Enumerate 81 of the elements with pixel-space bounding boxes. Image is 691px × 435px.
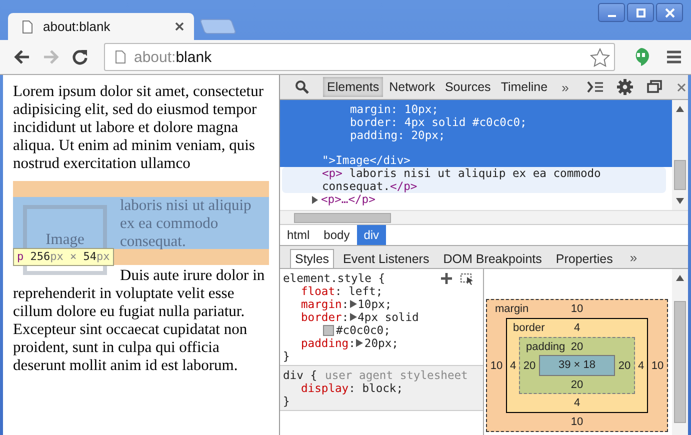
- panel-tab[interactable]: Network: [385, 77, 439, 97]
- more-tabs-button[interactable]: »: [622, 250, 646, 264]
- box-value: 10: [570, 416, 584, 428]
- url-text: about:blank: [134, 48, 213, 66]
- panel-tab[interactable]: Sources: [440, 77, 495, 97]
- css-property[interactable]: border: 4px solid: [283, 311, 480, 324]
- console-drawer-icon[interactable]: [586, 81, 603, 93]
- css-property[interactable]: margin: 10px;: [283, 298, 480, 311]
- size-tooltip: p 256px × 54px: [13, 248, 114, 266]
- address-bar[interactable]: about:blank: [104, 43, 615, 71]
- box-value: 10: [570, 303, 584, 315]
- paragraph: Lorem ipsum dolor sit amet, consectetur adipisicing elit, sed do eiusmod tempor incididunt ut labore et dolore magna aliqua. Ut enim ad minim veniam, quis nostrud exercitation ullamco: [13, 83, 265, 173]
- image-label: Image: [46, 231, 84, 249]
- box-value: 4: [574, 322, 580, 334]
- maximize-icon: [636, 8, 646, 18]
- box-value: 20: [570, 378, 584, 390]
- close-icon: [664, 8, 674, 18]
- dock-icon[interactable]: [646, 80, 663, 94]
- minimize-button[interactable]: [598, 3, 625, 22]
- scroll-up-icon[interactable]: [676, 275, 684, 281]
- page-icon: [22, 20, 33, 34]
- more-tabs-button[interactable]: »: [554, 80, 577, 94]
- sidebar-tab[interactable]: Properties: [550, 249, 618, 268]
- box-label: margin: [494, 303, 529, 315]
- box-value: 20: [522, 360, 537, 372]
- box-value: 10: [489, 360, 504, 372]
- maximize-button[interactable]: [627, 3, 654, 22]
- css-selector: div {: [283, 369, 318, 382]
- box-value: 20: [570, 340, 584, 352]
- scrollbar-thumb[interactable]: [674, 160, 686, 190]
- sidebar-tab[interactable]: DOM Breakpoints: [438, 249, 547, 268]
- sidebar-tab[interactable]: Styles: [290, 249, 334, 268]
- scrollbar-thumb[interactable]: [674, 301, 686, 423]
- closing-brace: }: [283, 395, 291, 408]
- close-icon[interactable]: [175, 22, 184, 31]
- back-arrow-icon[interactable]: [13, 49, 31, 65]
- scroll-down-icon[interactable]: [676, 198, 684, 204]
- menu-icon[interactable]: [667, 50, 681, 64]
- css-selector: element.style {: [283, 272, 386, 285]
- scrollbar-thumb[interactable]: [294, 213, 391, 223]
- color-value: #c0c0c0;: [336, 324, 390, 337]
- scrollbar[interactable]: [672, 269, 688, 435]
- breadcrumb[interactable]: div: [356, 225, 386, 245]
- paragraph: laboris nisi ut aliquip ex ea commodo consequat.: [120, 197, 252, 251]
- box-label: border: [512, 322, 545, 334]
- breadcrumb[interactable]: body: [316, 225, 357, 245]
- color-swatch[interactable]: [323, 325, 334, 336]
- box-value: 4: [636, 360, 646, 372]
- dom-node-row[interactable]: <p>…</p>: [280, 193, 672, 206]
- panel-tab[interactable]: Timeline: [496, 77, 552, 97]
- close-icon[interactable]: [676, 82, 686, 92]
- close-button[interactable]: [656, 3, 683, 22]
- box-value: 10: [650, 360, 665, 372]
- tab-title: about:blank: [43, 19, 112, 34]
- content-box: 39 × 18: [539, 355, 615, 376]
- css-property[interactable]: display: block;: [283, 382, 480, 395]
- browser-tab[interactable]: about:blank: [8, 13, 194, 40]
- breadcrumb[interactable]: html: [280, 225, 317, 245]
- scrollbar[interactable]: [672, 100, 688, 210]
- css-property[interactable]: padding: 20px;: [283, 337, 480, 350]
- paragraph: Duis aute irure dolor in reprehenderit in voluptate velit esse cillum dolore eu fugiat nulla pariatur. Excepteur sint occaecat cupidatat non proident, sunt in culpa qui officia deserunt mollit anim id est laborum.: [13, 267, 266, 375]
- minimize-icon: [608, 14, 616, 16]
- search-icon[interactable]: [295, 80, 309, 94]
- css-property[interactable]: float: left;: [283, 285, 480, 298]
- scroll-up-icon[interactable]: [676, 106, 684, 112]
- box-value: 4: [508, 360, 518, 372]
- dom-node-row[interactable]: <p> laboris nisi ut aliquip ex ea commodo consequat.</p>: [282, 167, 666, 193]
- sidebar-tab[interactable]: Event Listeners: [338, 249, 434, 268]
- box-value: 4: [574, 397, 580, 409]
- box-value: 20: [617, 360, 632, 372]
- closing-brace: }: [283, 350, 291, 363]
- box-label: padding: [525, 340, 566, 352]
- scrollbar[interactable]: [280, 210, 688, 224]
- element-state-icon[interactable]: [460, 272, 474, 284]
- panel-tab[interactable]: Elements: [323, 77, 384, 97]
- rule-source: user agent stylesheet: [325, 369, 468, 382]
- plus-icon[interactable]: [441, 273, 452, 284]
- reload-icon[interactable]: [71, 48, 89, 66]
- star-icon[interactable]: [590, 48, 610, 66]
- settings-icon[interactable]: [616, 79, 633, 95]
- page-icon: [115, 50, 126, 64]
